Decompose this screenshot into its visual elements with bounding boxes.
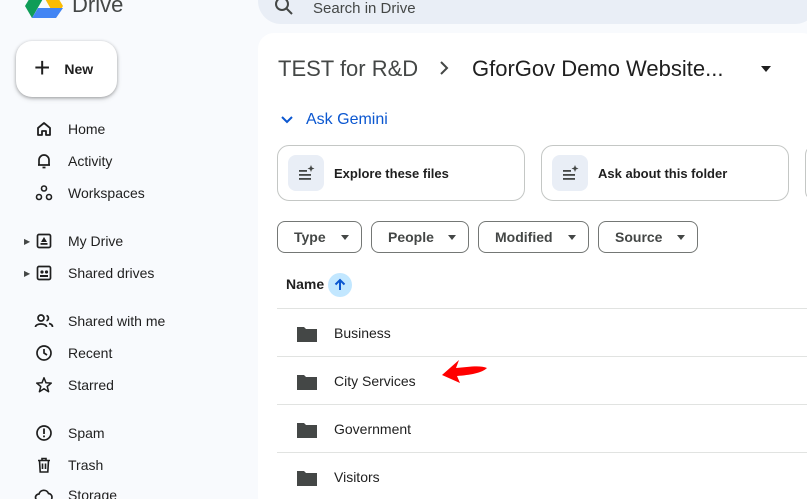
sidebar-item-home[interactable]: Home [0, 113, 240, 145]
search-input[interactable]: Search in Drive [313, 0, 416, 17]
ask-gemini-toggle[interactable]: Ask Gemini [280, 111, 388, 129]
sidebar-item-activity[interactable]: Activity [0, 145, 240, 177]
bell-icon [34, 151, 54, 171]
plus-icon: + [34, 51, 51, 83]
card-label: Explore these files [334, 165, 449, 181]
table-row[interactable]: City Services [277, 356, 807, 404]
clock-icon [34, 343, 54, 363]
sidebar-item-shared-drives[interactable]: ▶ Shared drives [0, 257, 240, 289]
sidebar-item-label: Trash [68, 457, 104, 473]
column-header-name[interactable]: Name [286, 276, 324, 292]
cloud-icon [34, 485, 54, 499]
home-icon [34, 119, 54, 139]
search-icon[interactable] [274, 0, 294, 16]
sparkle-list-icon [552, 155, 588, 191]
sidebar-item-shared-with-me[interactable]: Shared with me [0, 305, 240, 337]
explore-files-card[interactable]: Explore these files [277, 145, 525, 201]
sidebar-item-my-drive[interactable]: ▶ My Drive [0, 225, 240, 257]
sidebar-item-workspaces[interactable]: Workspaces [0, 177, 240, 209]
folder-name: City Services [334, 372, 416, 389]
sidebar-item-storage[interactable]: Storage [0, 479, 240, 499]
sidebar-item-label: Shared drives [68, 265, 155, 281]
dropdown-arrow-icon [341, 235, 349, 240]
sidebar-item-label: My Drive [68, 233, 124, 249]
star-icon [34, 375, 54, 395]
dropdown-arrow-icon [448, 235, 456, 240]
sidebar-item-spam[interactable]: Spam [0, 417, 240, 449]
new-button-label: New [64, 61, 94, 77]
chevron-right-icon [440, 61, 449, 75]
top-bar: Drive Search in Drive [0, 0, 807, 30]
folder-icon [297, 471, 317, 486]
sidebar-item-label: Activity [68, 153, 113, 169]
filter-people[interactable]: People [371, 221, 469, 253]
sidebar-item-label: Storage [68, 487, 118, 499]
breadcrumb-parent[interactable]: TEST for R&D [278, 56, 418, 82]
filter-label: People [388, 229, 434, 245]
expand-arrow-icon[interactable]: ▶ [24, 237, 30, 246]
filter-label: Source [615, 229, 663, 245]
dropdown-arrow-icon [677, 235, 685, 240]
sidebar-item-label: Shared with me [68, 313, 166, 329]
folder-name: Government [334, 420, 412, 437]
ask-gemini-label: Ask Gemini [306, 111, 388, 128]
sidebar-item-starred[interactable]: Starred [0, 369, 240, 401]
filter-source[interactable]: Source [598, 221, 698, 253]
annotation-arrow-icon [442, 360, 487, 383]
filter-modified[interactable]: Modified [478, 221, 589, 253]
folder-icon [297, 423, 317, 438]
sparkle-list-icon [288, 155, 324, 191]
sidebar-item-label: Recent [68, 345, 113, 361]
table-row[interactable]: Government [277, 404, 807, 452]
app-brand: Drive [72, 0, 124, 17]
my-drive-icon [34, 231, 54, 251]
card-label: Ask about this folder [598, 165, 728, 181]
people-icon [34, 311, 54, 331]
filter-type[interactable]: Type [277, 221, 362, 253]
chevron-down-icon [281, 116, 293, 124]
sidebar-item-label: Workspaces [68, 185, 145, 201]
search-bar[interactable]: Search in Drive [258, 0, 807, 24]
ask-folder-card[interactable]: Ask about this folder [541, 145, 789, 201]
sidebar-item-trash[interactable]: Trash [0, 449, 240, 481]
expand-arrow-icon[interactable]: ▶ [24, 269, 30, 278]
sort-ascending-button[interactable] [328, 273, 352, 297]
filter-label: Type [294, 229, 326, 245]
shared-drives-icon [34, 263, 54, 283]
folder-name: Visitors [334, 468, 380, 485]
trash-icon [34, 455, 54, 475]
drive-logo-icon[interactable] [25, 0, 63, 18]
dropdown-arrow-icon [568, 235, 576, 240]
sidebar-item-recent[interactable]: Recent [0, 337, 240, 369]
dropdown-arrow-icon[interactable] [760, 65, 772, 73]
sidebar-item-label: Home [68, 121, 106, 137]
arrow-up-icon [334, 278, 346, 290]
workspaces-icon [34, 183, 54, 203]
folder-icon [297, 327, 317, 342]
table-row[interactable]: Business [277, 308, 807, 356]
sidebar-item-label: Spam [68, 425, 105, 441]
spam-icon [34, 423, 54, 443]
new-button[interactable]: + New [16, 41, 117, 97]
breadcrumb-current[interactable]: GforGov Demo Website... [472, 56, 723, 82]
folder-icon [297, 375, 317, 390]
folder-name: Business [334, 324, 391, 341]
sidebar-item-label: Starred [68, 377, 114, 393]
table-row[interactable]: Visitors [277, 452, 807, 499]
filter-label: Modified [495, 229, 553, 245]
